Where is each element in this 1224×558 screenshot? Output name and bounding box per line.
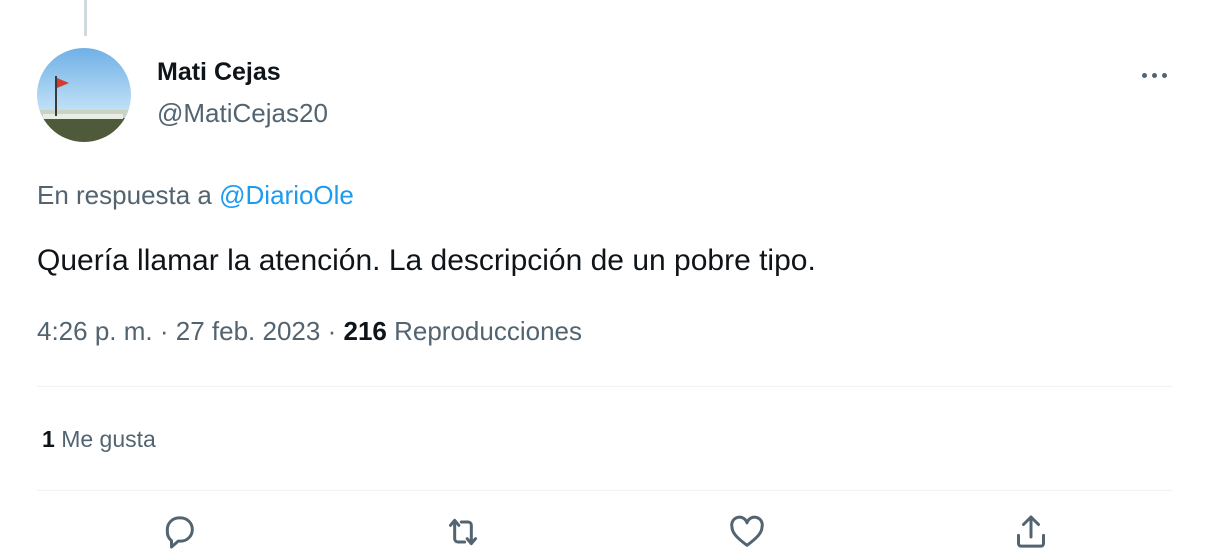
meta-separator: · <box>159 316 169 346</box>
share-icon <box>1017 515 1045 548</box>
meta-separator: · <box>327 316 337 346</box>
divider <box>37 490 1172 491</box>
reply-mention-link[interactable]: @DiarioOle <box>219 180 354 210</box>
avatar[interactable] <box>37 48 131 142</box>
likes-summary-link[interactable]: 1 Me gusta <box>42 426 156 453</box>
display-name[interactable]: Mati Cejas <box>157 58 281 87</box>
likes-count: 1 <box>42 426 55 452</box>
share-button[interactable] <box>1008 512 1054 558</box>
more-options-button[interactable] <box>1132 60 1176 90</box>
divider <box>37 386 1172 387</box>
avatar-image <box>37 48 131 142</box>
reply-context: En respuesta a @DiarioOle <box>37 180 354 211</box>
more-horizontal-icon <box>1141 72 1147 78</box>
retweet-button[interactable] <box>440 512 486 558</box>
user-handle[interactable]: @MatiCejas20 <box>157 98 328 129</box>
tweet-date[interactable]: 27 feb. 2023 <box>176 316 321 346</box>
reply-icon <box>165 516 194 549</box>
views-count: 216 <box>343 316 387 346</box>
views-label: Reproducciones <box>394 316 582 346</box>
likes-label: Me gusta <box>61 426 156 452</box>
retweet-icon <box>449 518 477 546</box>
tweet-time[interactable]: 4:26 p. m. <box>37 316 153 346</box>
thread-connector-line <box>84 0 87 36</box>
tweet-text: Quería llamar la atención. La descripció… <box>37 244 816 277</box>
like-button[interactable] <box>724 512 770 558</box>
tweet-meta: 4:26 p. m. · 27 feb. 2023 · 216 Reproduc… <box>37 316 582 347</box>
reply-prefix: En respuesta a <box>37 180 212 210</box>
reply-button[interactable] <box>156 512 202 558</box>
heart-icon <box>730 515 764 547</box>
